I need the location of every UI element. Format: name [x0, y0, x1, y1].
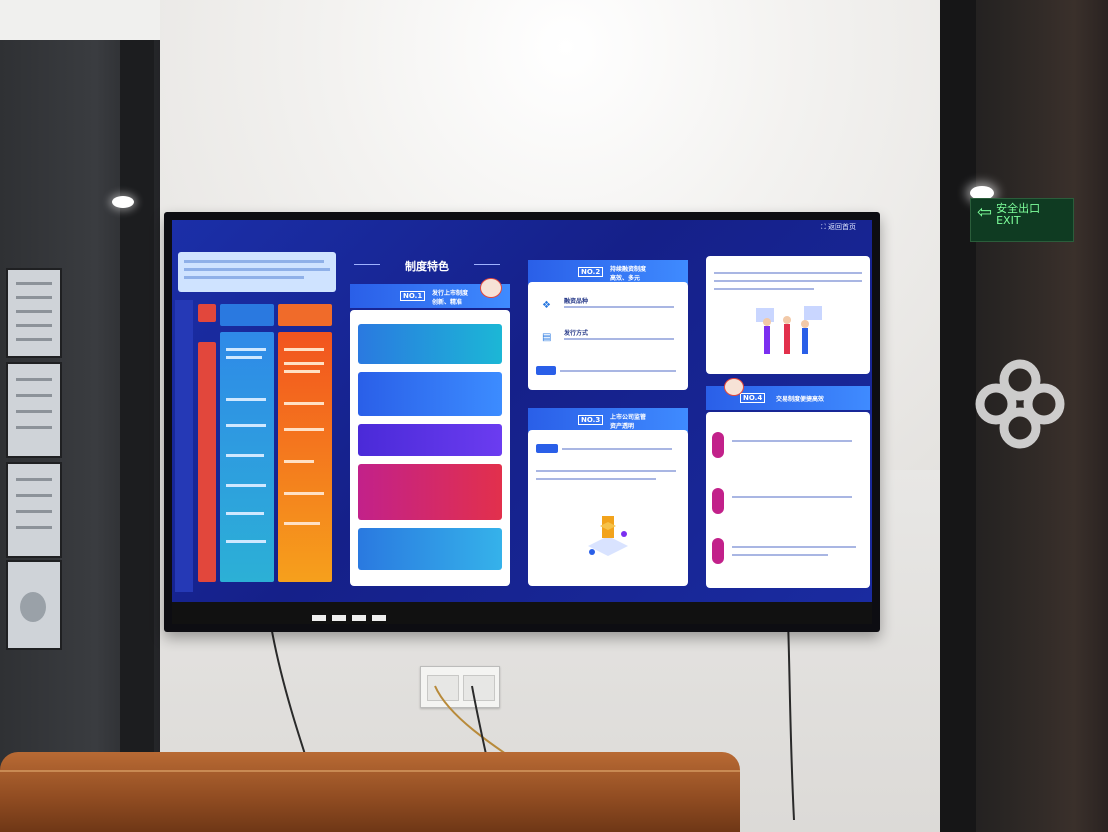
sofa-seam	[0, 770, 740, 772]
right-door-frame	[940, 0, 976, 832]
orange-col-header	[278, 304, 332, 326]
panel-no3-card	[528, 430, 688, 586]
panel-no1-title-1: 发行上市制度	[432, 290, 469, 297]
panel-no2-title-1: 持续融资制度	[610, 266, 647, 273]
panel-no4-badge: NO.4	[740, 393, 766, 403]
panel-no4-header: NO.4 交易制度便捷高效	[706, 378, 870, 410]
no3-tag	[536, 444, 558, 453]
title-rule-right	[474, 264, 500, 265]
row-header-red	[198, 304, 216, 322]
left-axis-column	[175, 300, 193, 592]
right-top-card	[706, 256, 870, 374]
cube-icon: ❖	[542, 300, 551, 311]
expand-icon: ⛶	[820, 223, 828, 231]
notice-board-2	[6, 362, 62, 458]
panel-no3-title-2: 资产透明	[610, 423, 635, 430]
left-intro-box	[178, 252, 336, 292]
no4-tag-1	[712, 432, 724, 458]
tv-bottom-bezel	[172, 602, 872, 624]
notice-board-1	[6, 268, 62, 358]
leather-sofa	[0, 752, 740, 832]
no2-item-2: 发行方式	[564, 330, 589, 337]
panel-no4-card	[706, 412, 870, 588]
back-home-link[interactable]: ⛶ 返回首页	[821, 222, 856, 232]
panel-no3-header: NO.3 上市公司监管 资产透明	[528, 408, 688, 432]
dashboard-screen: ⛶ 返回首页 制度特色 NO.1 发行上市制度 创新、精准 NO.2 持续融资制…	[172, 220, 872, 602]
notice-board-4	[6, 560, 62, 650]
no2-tag	[536, 366, 556, 375]
tv-brand-logo	[312, 615, 386, 621]
no1-block-blue-2	[358, 528, 502, 570]
exit-sign: ⇦ 安全出口 EXIT	[970, 198, 1074, 242]
people-illustration	[756, 306, 822, 354]
no1-block-blue	[358, 372, 502, 416]
panel-no4-title: 交易制度便捷高效	[776, 396, 825, 403]
no2-item-1: 融资品种	[564, 298, 589, 305]
mascot-icon	[480, 278, 502, 298]
panel-no3-title-1: 上市公司监管	[610, 414, 647, 421]
panel-no1-title-2: 创新、精准	[432, 299, 463, 306]
panel-no3-badge: NO.3	[578, 415, 604, 425]
isometric-illustration	[588, 516, 628, 556]
exit-sign-icon: ⇦	[977, 202, 993, 223]
red-strip	[198, 342, 216, 582]
blue-column	[220, 332, 274, 582]
left-door-frame	[120, 40, 154, 770]
document-icon: ▤	[542, 332, 552, 343]
mascot-icon-2	[724, 378, 744, 396]
notice-board-3	[6, 462, 62, 558]
center-title: 制度特色	[405, 260, 449, 273]
panel-no2-card: ❖ 融资品种 ▤ 发行方式	[528, 282, 688, 390]
no4-tag-3	[712, 538, 724, 564]
panel-no2-header: NO.2 持续融资制度 高效、多元	[528, 260, 688, 284]
no1-block-purple	[358, 424, 502, 456]
title-rule-left	[354, 264, 380, 265]
panel-no2-title-2: 高效、多元	[610, 275, 641, 282]
no1-block-cyan	[358, 324, 502, 364]
no1-block-magenta	[358, 464, 502, 520]
panel-no1-badge: NO.1	[400, 291, 426, 301]
blue-col-header	[220, 304, 274, 326]
left-ceiling-light	[112, 196, 134, 208]
panel-no2-badge: NO.2	[578, 267, 604, 277]
panel-no1-card	[350, 310, 510, 586]
glass-flower-decal	[975, 359, 1065, 449]
orange-column	[278, 332, 332, 582]
panel-no1-header: NO.1 发行上市制度 创新、精准	[350, 278, 510, 308]
no4-tag-2	[712, 488, 724, 514]
left-wall-top	[0, 0, 160, 44]
